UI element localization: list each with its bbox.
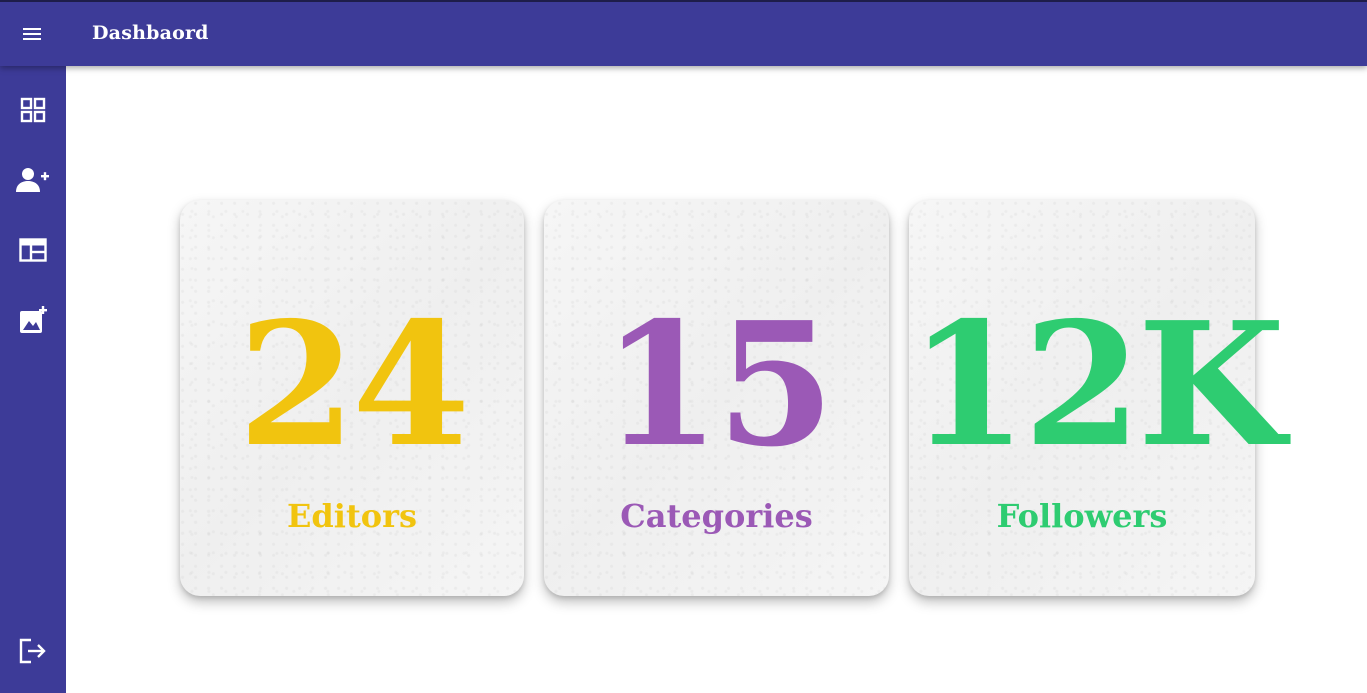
main-content: 24 Editors 15 Categories 12K Followers <box>66 66 1367 693</box>
stat-card-categories: 15 Categories <box>544 200 889 596</box>
logout-icon <box>19 638 46 664</box>
menu-button[interactable] <box>16 20 48 48</box>
logout-button[interactable] <box>0 623 66 679</box>
sidebar-item-dashboard[interactable] <box>0 82 66 138</box>
sidebar-item-add-user[interactable] <box>0 152 66 208</box>
hamburger-menu-icon <box>23 28 41 40</box>
stat-value: 12K <box>909 285 1285 485</box>
stat-value: 15 <box>602 285 835 485</box>
stat-card-editors: 24 Editors <box>180 200 524 596</box>
grid-dashboard-icon <box>20 97 46 123</box>
page-title: Dashbaord <box>92 22 209 44</box>
stat-label: Categories <box>620 497 813 535</box>
add-image-icon <box>20 306 47 333</box>
add-user-icon <box>16 168 49 192</box>
stat-label: Followers <box>996 497 1168 535</box>
table-layout-icon <box>19 238 47 262</box>
top-app-bar: Dashbaord <box>0 0 1367 66</box>
sidebar <box>0 66 66 693</box>
stat-card-followers: 12K Followers <box>909 200 1285 596</box>
sidebar-item-add-image[interactable] <box>0 292 66 348</box>
stat-label: Editors <box>287 497 417 535</box>
sidebar-item-table[interactable] <box>0 222 66 278</box>
stat-value: 24 <box>237 285 471 485</box>
